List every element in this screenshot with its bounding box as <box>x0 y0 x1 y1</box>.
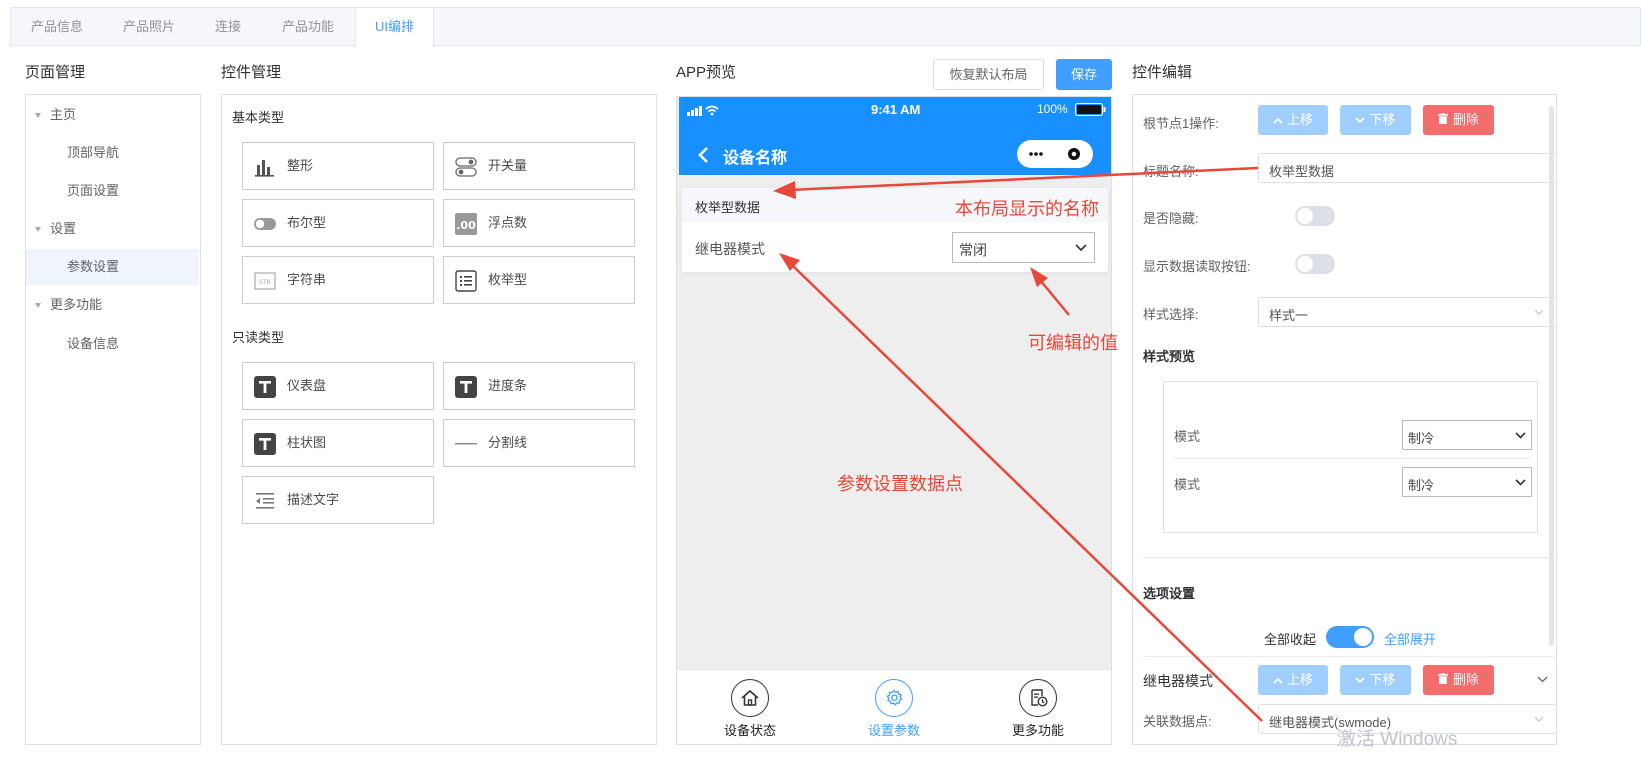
arrow-to-select-value <box>1039 279 1070 316</box>
arrow-to-card-title <box>789 166 1259 192</box>
windows-activation-watermark: 激活 Windows <box>1337 729 1458 750</box>
arrow-to-field-label <box>791 264 1263 722</box>
annotation-arrows <box>773 166 1263 722</box>
